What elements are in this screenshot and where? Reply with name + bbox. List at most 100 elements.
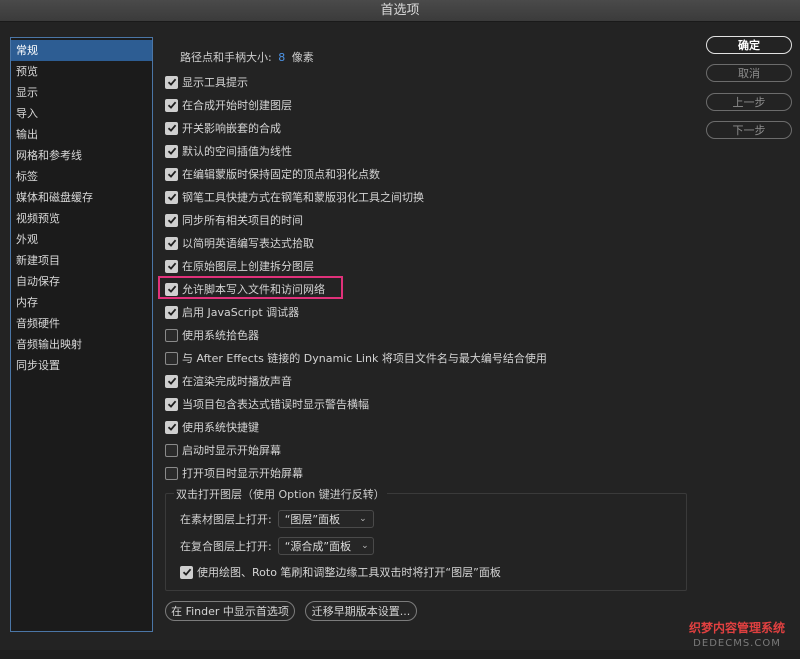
checkbox[interactable] [165, 420, 178, 434]
path-point-size-label: 路径点和手柄大小: [180, 51, 272, 64]
checkmark-icon [167, 423, 176, 431]
sidebar-item[interactable]: 自动保存 [11, 271, 152, 292]
checkbox[interactable] [165, 328, 178, 342]
chevron-down-icon: ⌄ [359, 514, 367, 524]
previous-label: 上一步 [732, 96, 766, 109]
option-row[interactable]: 开关影响嵌套的合成 [165, 118, 281, 138]
checkbox[interactable] [165, 98, 178, 112]
checkbox[interactable] [180, 565, 193, 579]
footage-layer-select[interactable]: “图层”面板 ⌄ [277, 510, 374, 528]
reveal-in-finder-button[interactable]: 在 Finder 中显示首选项 [165, 601, 295, 621]
checkbox[interactable] [165, 144, 178, 158]
sidebar-item[interactable]: 导入 [11, 103, 152, 124]
option-label: 在原始图层上创建拆分图层 [182, 260, 314, 273]
option-label: 允许脚本写入文件和访问网络 [182, 283, 325, 296]
migrate-settings-button[interactable]: 迁移早期版本设置... [305, 601, 417, 621]
checkbox[interactable] [165, 397, 178, 411]
checkbox[interactable] [165, 282, 178, 296]
sidebar-item[interactable]: 媒体和磁盘缓存 [11, 187, 152, 208]
cancel-button[interactable]: 取消 [706, 64, 792, 82]
option-row[interactable]: 在合成开始时创建图层 [165, 95, 292, 115]
checkbox[interactable] [165, 466, 178, 480]
option-row[interactable]: 以简明英语编写表达式拾取 [165, 233, 314, 253]
checkmark-icon [167, 216, 176, 224]
path-point-size-value[interactable]: 8 [278, 51, 285, 64]
checkbox[interactable] [165, 75, 178, 89]
option-row[interactable]: 与 After Effects 链接的 Dynamic Link 将项目文件名与… [165, 348, 547, 368]
option-row[interactable]: 默认的空间插值为线性 [165, 141, 292, 161]
migrate-settings-label: 迁移早期版本设置... [311, 605, 411, 618]
comp-layer-select[interactable]: “源合成”面板 ⌄ [277, 537, 374, 555]
option-row[interactable]: 允许脚本写入文件和访问网络 [165, 279, 325, 299]
comp-layer-label: 在复合图层上打开: [180, 540, 272, 553]
checkbox[interactable] [165, 259, 178, 273]
chevron-down-icon: ⌄ [361, 541, 369, 551]
watermark-line1: 织梦内容管理系统 [688, 621, 785, 635]
option-row[interactable]: 使用系统快捷键 [165, 417, 259, 437]
sidebar-item[interactable]: 外观 [11, 229, 152, 250]
sidebar-item[interactable]: 同步设置 [11, 355, 152, 376]
checkmark-icon [167, 285, 176, 293]
sidebar-item[interactable]: 网格和参考线 [11, 145, 152, 166]
checkmark-icon [167, 400, 176, 408]
general-panel: 路径点和手柄大小: 8 像素 显示工具提示在合成开始时创建图层 开关影响嵌套的合成… [165, 0, 705, 659]
ok-button[interactable]: 确定 [706, 36, 792, 54]
sidebar-item[interactable]: 输出 [11, 124, 152, 145]
next-button[interactable]: 下一步 [706, 121, 792, 139]
checkbox[interactable] [165, 443, 178, 457]
checkmark-icon [167, 377, 176, 385]
checkmark-icon [167, 147, 176, 155]
next-label: 下一步 [732, 124, 766, 137]
sidebar-item[interactable]: 内存 [11, 292, 152, 313]
checkbox[interactable] [165, 213, 178, 227]
option-row[interactable]: 在渲染完成时播放声音 [165, 371, 292, 391]
checkmark-icon [167, 124, 176, 132]
option-label: 使用系统快捷键 [182, 421, 259, 434]
checkbox[interactable] [165, 121, 178, 135]
option-label: 同步所有相关项目的时间 [182, 214, 303, 227]
watermark: 织梦内容管理系统 DEDECMS.COM [678, 620, 796, 652]
paint-tools-option[interactable]: 使用绘图、Roto 笔刷和调整边缘工具双击时将打开“图层”面板 [180, 562, 501, 582]
sidebar-item[interactable]: 视频预览 [11, 208, 152, 229]
sidebar-item[interactable]: 音频硬件 [11, 313, 152, 334]
sidebar-item[interactable]: 显示 [11, 82, 152, 103]
sidebar-item[interactable]: 新建项目 [11, 250, 152, 271]
checkbox[interactable] [165, 190, 178, 204]
footage-layer-row: 在素材图层上打开: “图层”面板 ⌄ [180, 510, 374, 528]
checkbox[interactable] [165, 351, 178, 365]
reveal-in-finder-label: 在 Finder 中显示首选项 [171, 605, 289, 618]
option-label: 当项目包含表达式错误时显示警告横幅 [182, 398, 369, 411]
option-row[interactable]: 当项目包含表达式错误时显示警告横幅 [165, 394, 369, 414]
sidebar-item[interactable]: 常规 [11, 40, 152, 61]
option-row[interactable]: 显示工具提示 [165, 72, 248, 92]
option-row[interactable]: 在编辑蒙版时保持固定的顶点和羽化点数 [165, 164, 380, 184]
option-row[interactable]: 启用 JavaScript 调试器 [165, 302, 299, 322]
comp-layer-select-value: “源合成”面板 [284, 540, 352, 553]
option-row[interactable]: 钢笔工具快捷方式在钢笔和蒙版羽化工具之间切换 [165, 187, 424, 207]
option-label: 启动时显示开始屏幕 [182, 444, 281, 457]
option-row[interactable]: 同步所有相关项目的时间 [165, 210, 303, 230]
option-row[interactable]: 使用系统拾色器 [165, 325, 259, 345]
cancel-label: 取消 [738, 67, 760, 80]
checkbox[interactable] [165, 305, 178, 319]
checkbox[interactable] [165, 167, 178, 181]
double-click-group: 双击打开图层（使用 Option 键进行反转） 在素材图层上打开: “图层”面板… [165, 486, 687, 591]
path-point-size-row: 路径点和手柄大小: 8 像素 [180, 49, 314, 65]
watermark-line2: DEDECMS.COM [693, 638, 781, 649]
comp-layer-row: 在复合图层上打开: “源合成”面板 ⌄ [180, 537, 374, 555]
paint-tools-option-label: 使用绘图、Roto 笔刷和调整边缘工具双击时将打开“图层”面板 [197, 566, 501, 579]
checkmark-icon [167, 193, 176, 201]
option-row[interactable]: 启动时显示开始屏幕 [165, 440, 281, 460]
sidebar-item[interactable]: 预览 [11, 61, 152, 82]
preferences-sidebar: 常规 预览 显示 导入 输出 网格和参考线 标签 媒体和磁盘缓存 视频预览 外观 新建项目 自动保存内… [10, 37, 153, 632]
option-row[interactable]: 在原始图层上创建拆分图层 [165, 256, 314, 276]
sidebar-item[interactable]: 音频输出映射 [11, 334, 152, 355]
sidebar-item[interactable]: 标签 [11, 166, 152, 187]
checkbox[interactable] [165, 236, 178, 250]
checkmark-icon [167, 101, 176, 109]
checkbox[interactable] [165, 374, 178, 388]
option-row[interactable]: 打开项目时显示开始屏幕 [165, 463, 303, 483]
option-label: 钢笔工具快捷方式在钢笔和蒙版羽化工具之间切换 [182, 191, 424, 204]
checkmark-icon [167, 308, 176, 316]
previous-button[interactable]: 上一步 [706, 93, 792, 111]
